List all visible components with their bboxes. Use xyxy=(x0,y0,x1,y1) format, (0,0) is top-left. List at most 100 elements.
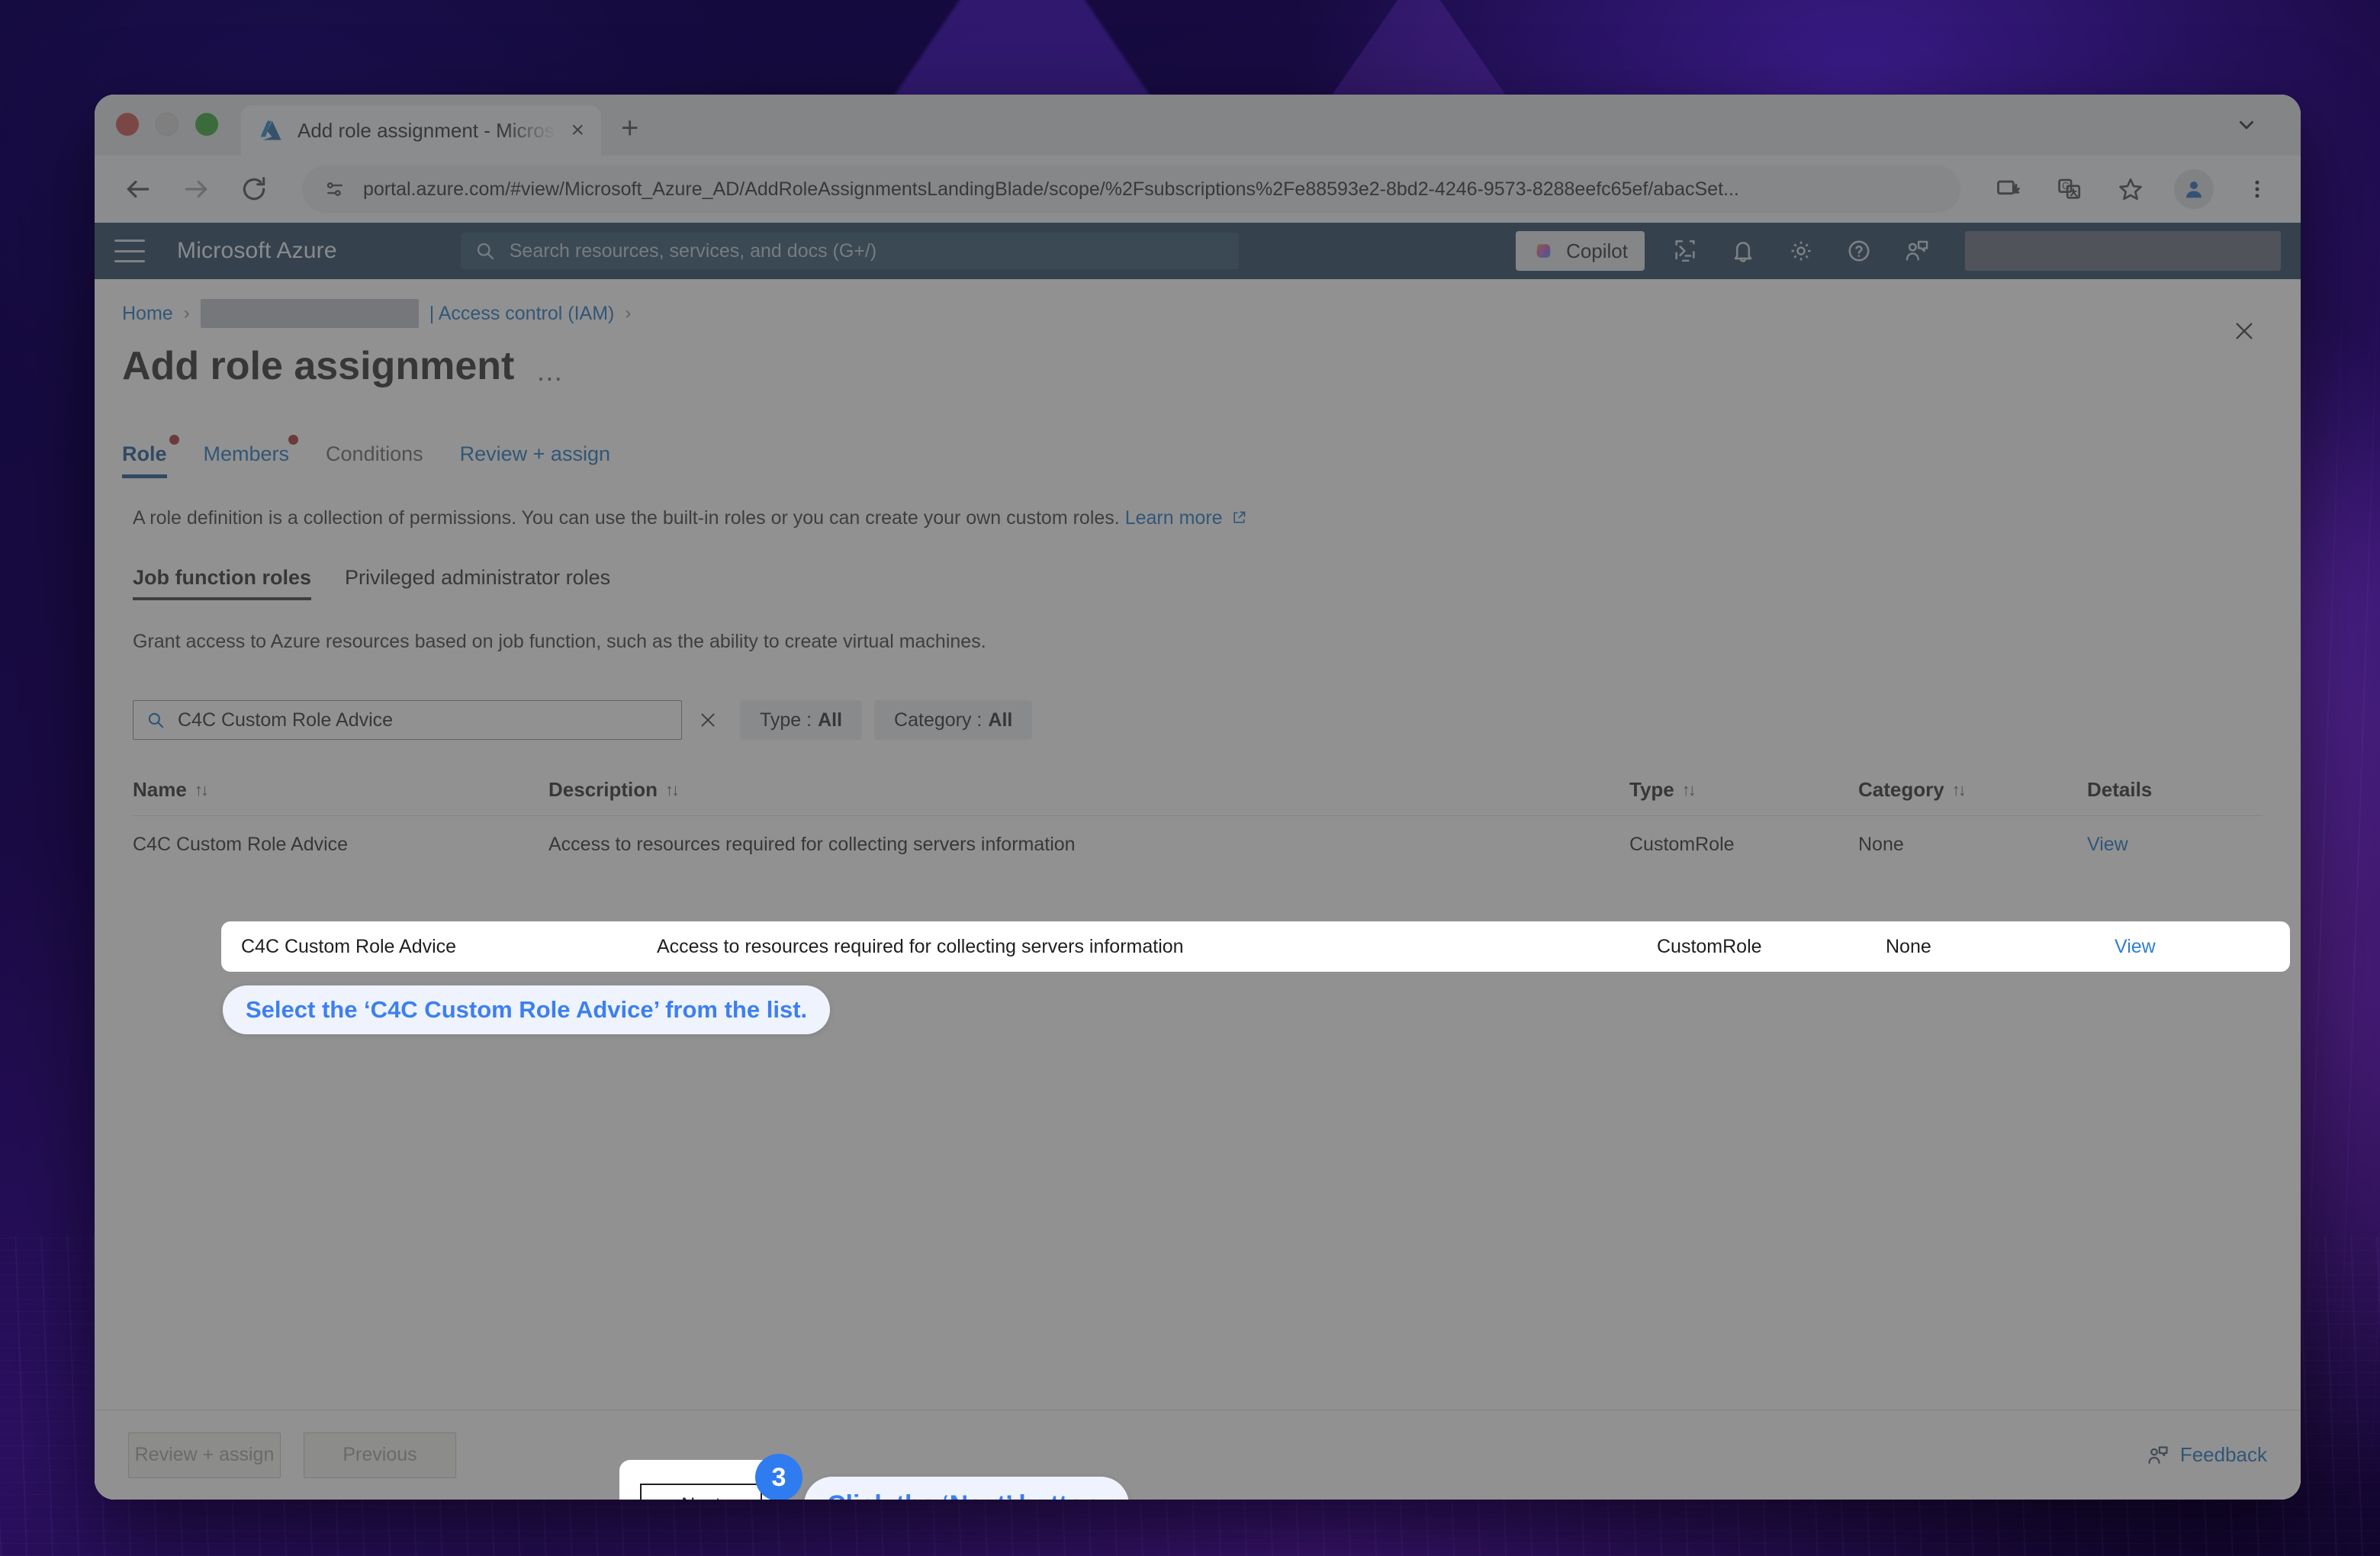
roles-table: Name ↑↓ Description ↑↓ Type ↑↓ Category … xyxy=(95,778,2301,873)
filter-type[interactable]: Type : All xyxy=(740,700,863,740)
new-tab-button[interactable]: + xyxy=(621,113,638,143)
cloud-shell-icon[interactable] xyxy=(1668,233,1703,268)
role-search-input[interactable]: C4C Custom Role Advice xyxy=(133,700,682,740)
address-bar[interactable]: portal.azure.com/#view/Microsoft_Azure_A… xyxy=(302,166,1960,213)
column-header-details: Details xyxy=(2087,778,2263,802)
azure-search-placeholder: Search resources, services, and docs (G+… xyxy=(509,240,877,262)
column-header-description[interactable]: Description ↑↓ xyxy=(548,778,1629,802)
account-info-redacted[interactable] xyxy=(1965,231,2281,271)
highlighted-row-type: CustomRole xyxy=(1657,935,1762,957)
azure-global-nav: Microsoft Azure Search resources, servic… xyxy=(95,223,2301,279)
forward-arrow-icon xyxy=(178,172,214,207)
copilot-icon xyxy=(1533,240,1555,262)
column-header-name-label: Name xyxy=(133,778,187,801)
browser-tab[interactable]: Add role assignment - Micros × xyxy=(241,105,601,156)
subtab-job-function-roles[interactable]: Job function roles xyxy=(133,566,333,600)
install-app-icon[interactable] xyxy=(1991,172,2026,207)
close-window-icon[interactable] xyxy=(116,113,139,136)
minimize-window-icon[interactable] xyxy=(156,113,178,136)
learn-more-link[interactable]: Learn more xyxy=(1125,507,1223,529)
role-filters-row: C4C Custom Role Advice Type : All Catego… xyxy=(95,700,2301,740)
breadcrumb-separator-2: › xyxy=(625,303,632,323)
column-header-type[interactable]: Type ↑↓ xyxy=(1629,778,1858,802)
notifications-bell-icon[interactable] xyxy=(1726,233,1761,268)
profile-avatar-icon[interactable] xyxy=(2174,169,2214,209)
blade-pivot-tabs: Role Members Conditions Review + assign xyxy=(95,435,2301,478)
role-type-sub-tabs: Job function roles Privileged administra… xyxy=(95,566,2301,600)
back-arrow-icon[interactable] xyxy=(121,172,156,207)
row-details: View xyxy=(2087,834,2263,856)
bookmark-star-icon[interactable] xyxy=(2113,172,2148,207)
feedback-link[interactable]: Feedback xyxy=(2147,1443,2267,1467)
subtab-privileged-administrator-roles[interactable]: Privileged administrator roles xyxy=(345,566,632,600)
close-blade-icon[interactable] xyxy=(2224,311,2264,351)
filter-category-value: All xyxy=(988,709,1013,731)
close-tab-icon[interactable]: × xyxy=(571,119,584,142)
column-header-name[interactable]: Name ↑↓ xyxy=(133,778,548,802)
highlighted-row-category: None xyxy=(1886,935,1931,957)
filter-type-label: Type : xyxy=(760,709,812,731)
column-header-details-label: Details xyxy=(2087,778,2153,801)
highlighted-role-row[interactable]: C4C Custom Role Advice Access to resourc… xyxy=(221,921,2290,972)
roles-table-header: Name ↑↓ Description ↑↓ Type ↑↓ Category … xyxy=(133,778,2263,816)
row-category: None xyxy=(1858,833,1904,855)
search-icon xyxy=(146,710,166,730)
row-description: Access to resources required for collect… xyxy=(548,833,1076,855)
feedback-smiley-icon[interactable] xyxy=(1899,233,1935,268)
tab-conditions[interactable]: Conditions xyxy=(307,442,442,478)
help-question-icon[interactable] xyxy=(1841,233,1877,268)
role-search-value: C4C Custom Role Advice xyxy=(178,709,394,731)
toolbar-right-actions: G xyxy=(1991,169,2275,209)
settings-gear-icon[interactable] xyxy=(1783,233,1819,268)
breadcrumb-access-control[interactable]: | Access control (IAM) xyxy=(429,303,615,325)
column-header-type-label: Type xyxy=(1629,778,1674,801)
breadcrumb: Home › | Access control (IAM) › xyxy=(95,279,2301,328)
review-assign-button[interactable]: Review + assign xyxy=(128,1432,281,1478)
table-row[interactable]: C4C Custom Role Advice Access to resourc… xyxy=(133,816,2263,873)
previous-button[interactable]: Previous xyxy=(304,1432,456,1478)
callout-select-role: Select the ‘C4C Custom Role Advice’ from… xyxy=(223,985,831,1034)
sort-arrows-icon: ↑↓ xyxy=(1951,780,1967,799)
view-details-link[interactable]: View xyxy=(2115,936,2156,957)
maximize-window-icon[interactable] xyxy=(195,113,218,136)
azure-global-search[interactable]: Search resources, services, and docs (G+… xyxy=(460,233,1239,269)
grant-access-description: Grant access to Azure resources based on… xyxy=(133,631,986,652)
step-number-badge: 3 xyxy=(755,1454,802,1500)
tab-role[interactable]: Role xyxy=(122,435,185,478)
window-traffic-lights[interactable] xyxy=(116,113,218,156)
breadcrumb-resource-redacted[interactable] xyxy=(200,299,419,328)
tab-review-assign-label: Review + assign xyxy=(459,442,610,465)
feedback-smiley-icon xyxy=(2147,1444,2169,1467)
blade-more-menu-icon[interactable]: … xyxy=(536,355,565,387)
highlighted-row-name: C4C Custom Role Advice xyxy=(241,935,457,957)
azure-brand[interactable]: Microsoft Azure xyxy=(177,238,337,264)
tab-search-chevron-icon[interactable] xyxy=(2223,105,2270,145)
copilot-label: Copilot xyxy=(1566,239,1628,262)
clear-search-icon[interactable] xyxy=(688,710,728,730)
breadcrumb-separator: › xyxy=(183,303,190,323)
breadcrumb-home[interactable]: Home xyxy=(122,303,173,325)
site-settings-icon[interactable] xyxy=(323,178,346,201)
page-title: Add role assignment xyxy=(122,344,515,388)
address-bar-url: portal.azure.com/#view/Microsoft_Azure_A… xyxy=(363,178,1739,200)
next-button-label[interactable]: Next xyxy=(640,1484,762,1500)
highlighted-row-description: Access to resources required for collect… xyxy=(657,935,1184,957)
filter-type-value: All xyxy=(818,709,843,731)
blade-footer: Review + assign Previous Next Feedback xyxy=(95,1410,2301,1500)
hamburger-menu-icon[interactable] xyxy=(114,240,145,262)
tab-role-label: Role xyxy=(122,442,167,465)
tab-members[interactable]: Members xyxy=(185,435,308,478)
filter-category[interactable]: Category : All xyxy=(874,700,1033,740)
overflow-menu-icon[interactable] xyxy=(2240,172,2275,207)
azure-logo-icon xyxy=(258,117,284,143)
browser-window: Add role assignment - Micros × + portal.… xyxy=(95,95,2301,1500)
tab-review-assign[interactable]: Review + assign xyxy=(442,442,629,478)
sort-arrows-icon: ↑↓ xyxy=(665,780,680,799)
desktop-background: Add role assignment - Micros × + portal.… xyxy=(0,0,2380,1556)
blade-header: Add role assignment … xyxy=(95,328,2301,389)
view-details-link[interactable]: View xyxy=(2087,834,2128,855)
column-header-category[interactable]: Category ↑↓ xyxy=(1858,778,2087,802)
copilot-button[interactable]: Copilot xyxy=(1516,231,1645,271)
reload-icon[interactable] xyxy=(236,172,272,207)
translate-icon[interactable]: G xyxy=(2052,172,2087,207)
